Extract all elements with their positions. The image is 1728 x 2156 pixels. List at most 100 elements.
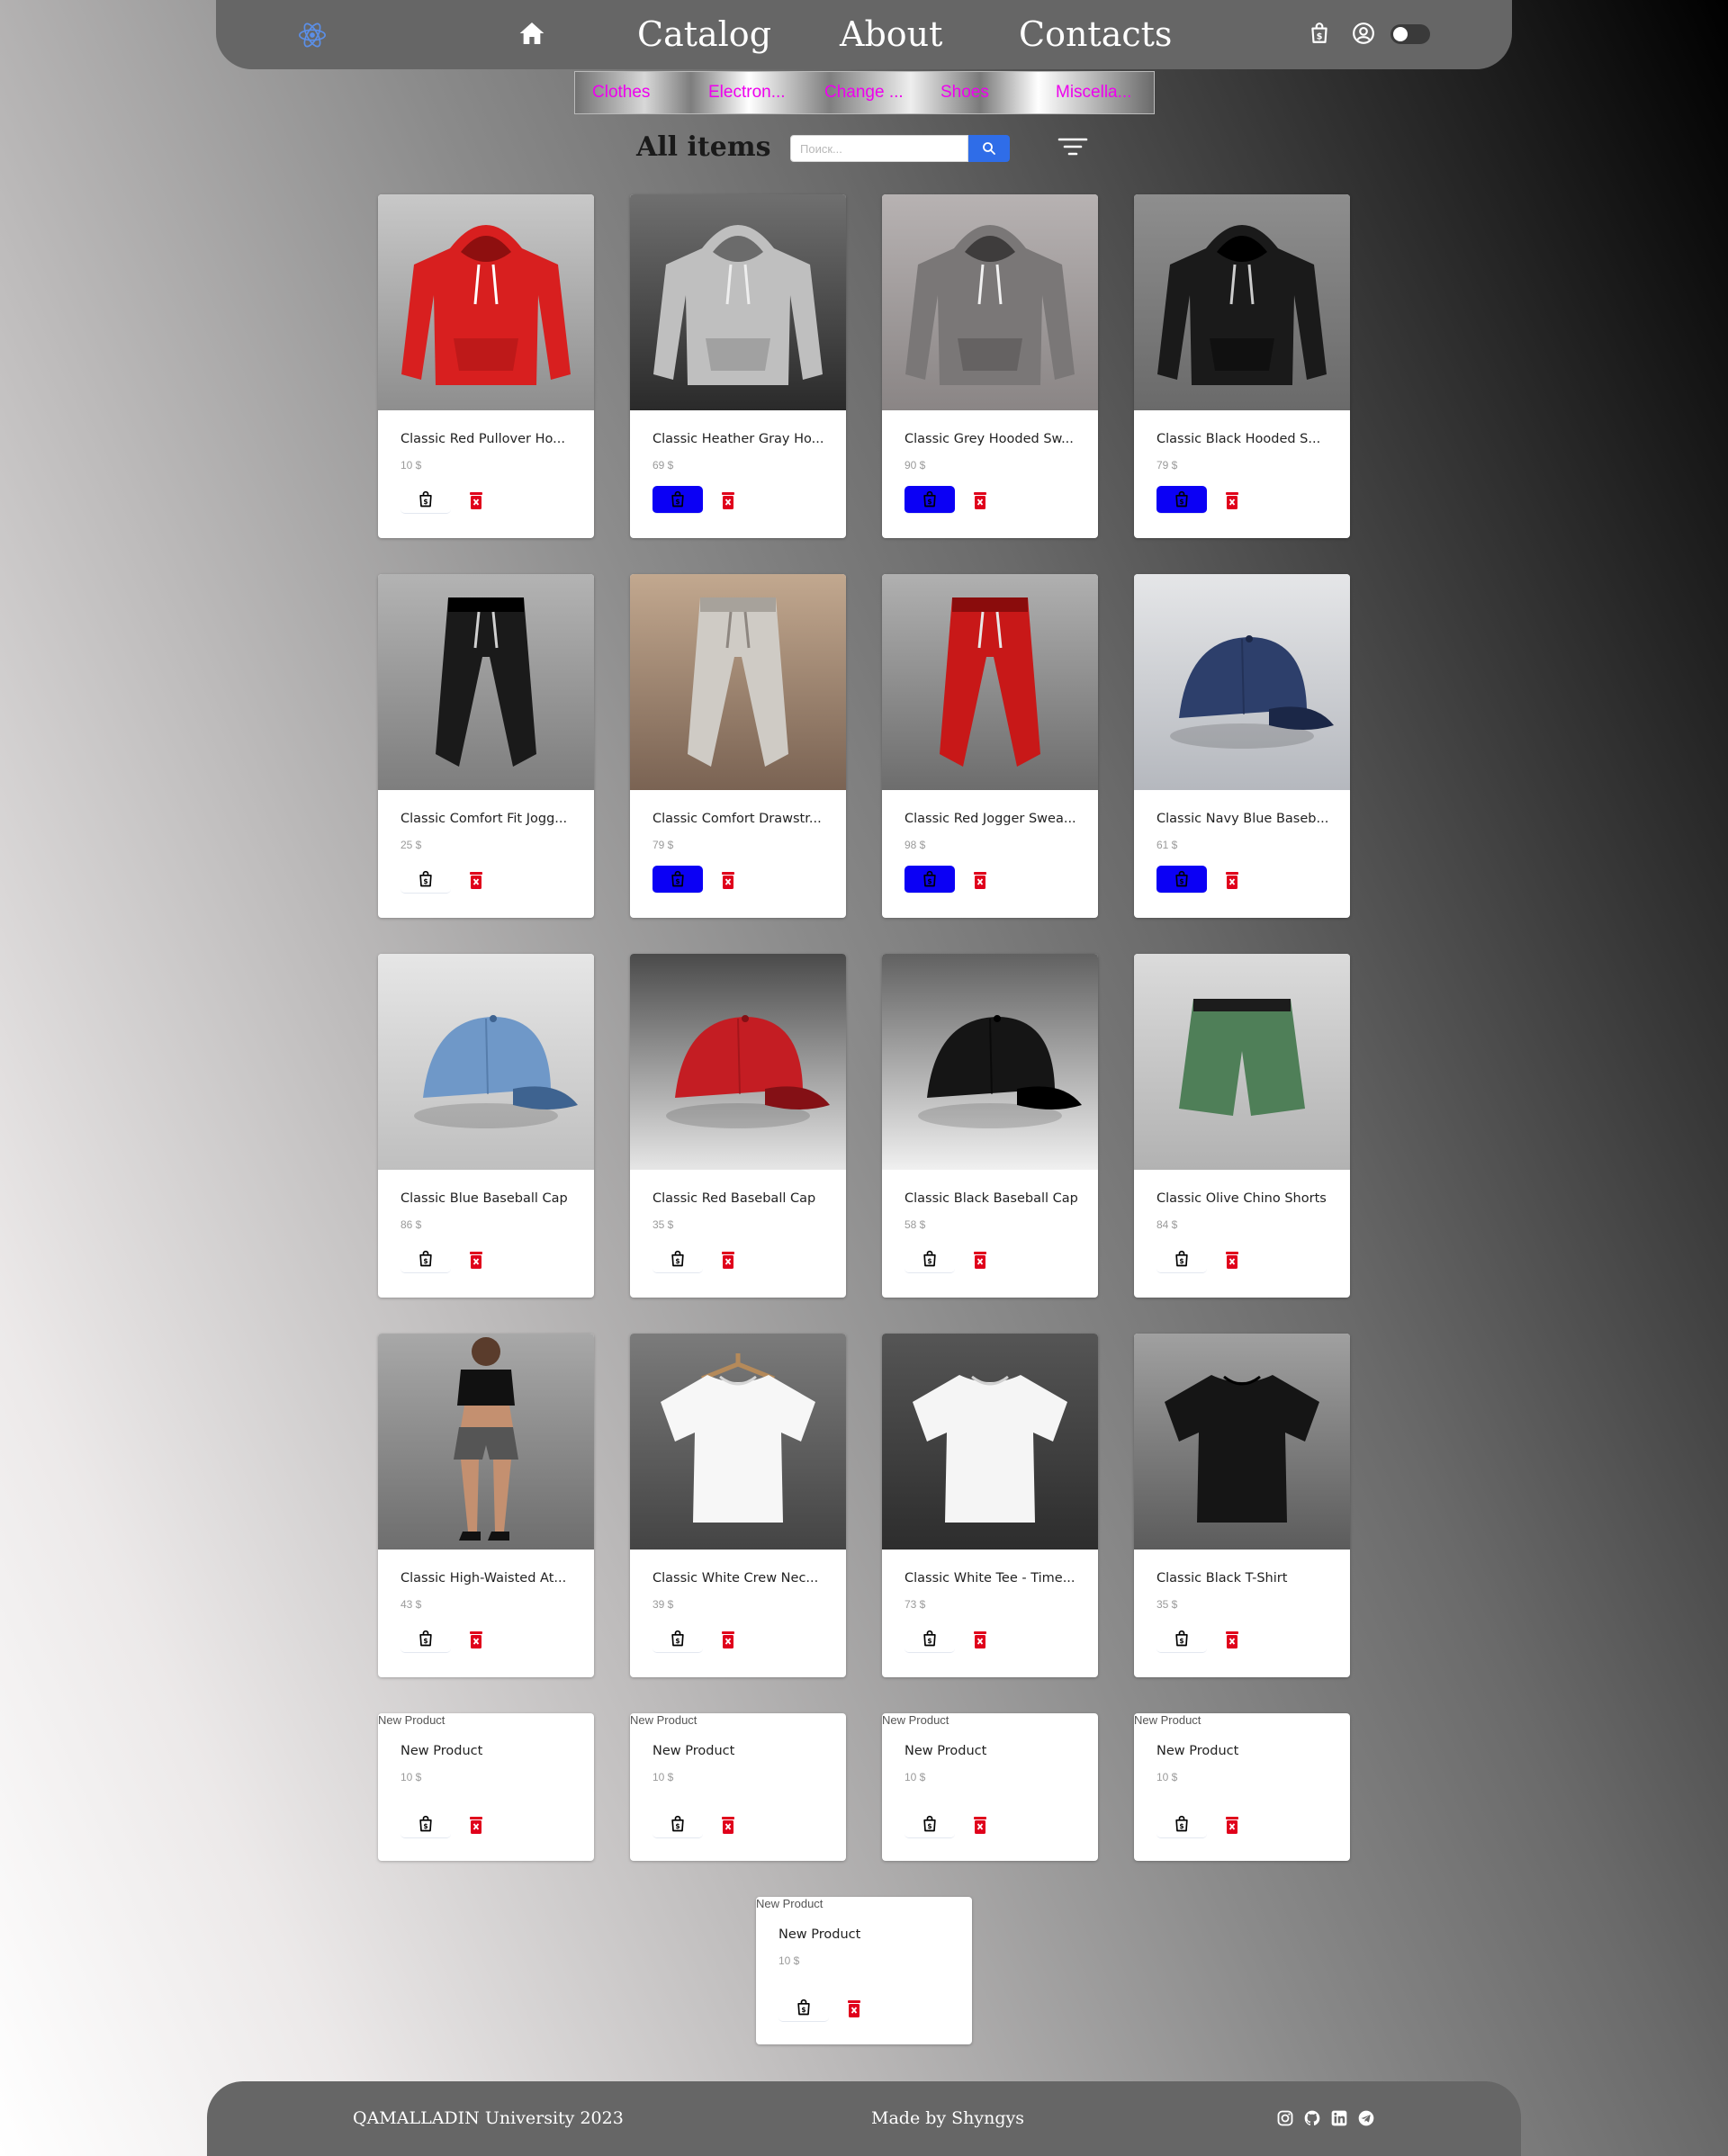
delete-trash-icon[interactable]: [467, 870, 485, 890]
delete-trash-icon[interactable]: [845, 1999, 863, 2018]
delete-trash-icon[interactable]: [1223, 490, 1241, 510]
product-title[interactable]: Classic Navy Blue Baseb...: [1156, 812, 1328, 826]
product-image[interactable]: [378, 954, 594, 1170]
telegram-icon[interactable]: [1357, 2109, 1375, 2127]
product-title[interactable]: Classic Red Pullover Ho...: [400, 432, 565, 446]
delete-trash-icon[interactable]: [1223, 1630, 1241, 1649]
add-to-cart-button[interactable]: $: [652, 1625, 703, 1653]
add-to-cart-button[interactable]: $: [652, 1810, 703, 1838]
add-to-cart-button[interactable]: $: [904, 1245, 955, 1273]
delete-trash-icon[interactable]: [719, 490, 737, 510]
product-card[interactable]: Classic Black Hooded S... 79 $ $: [1134, 194, 1350, 538]
product-image[interactable]: [882, 574, 1098, 790]
product-title[interactable]: Classic Black T-Shirt: [1156, 1571, 1287, 1586]
product-title[interactable]: New Product: [652, 1744, 734, 1758]
product-card[interactable]: New Product New Product 10 $ $: [630, 1713, 846, 1861]
product-card[interactable]: New Product New Product 10 $ $: [882, 1713, 1098, 1861]
delete-trash-icon[interactable]: [467, 1630, 485, 1649]
product-image[interactable]: [630, 194, 846, 410]
product-title[interactable]: New Product: [400, 1744, 482, 1758]
delete-trash-icon[interactable]: [1223, 1815, 1241, 1835]
product-title[interactable]: New Product: [778, 1927, 860, 1942]
product-title[interactable]: Classic Comfort Fit Jogg...: [400, 812, 567, 826]
add-to-cart-button[interactable]: $: [652, 1245, 703, 1273]
add-to-cart-button[interactable]: $: [400, 1810, 451, 1838]
delete-trash-icon[interactable]: [971, 870, 989, 890]
product-image[interactable]: [630, 574, 846, 790]
product-title[interactable]: Classic Grey Hooded Sw...: [904, 432, 1074, 446]
delete-trash-icon[interactable]: [971, 490, 989, 510]
product-image[interactable]: [882, 1334, 1098, 1550]
add-to-cart-button[interactable]: $: [652, 486, 703, 514]
product-image[interactable]: [1134, 954, 1350, 1170]
product-image[interactable]: [882, 954, 1098, 1170]
product-image[interactable]: [1134, 194, 1350, 410]
product-title[interactable]: Classic High-Waisted At...: [400, 1571, 566, 1586]
product-title[interactable]: Classic Comfort Drawstr...: [652, 812, 822, 826]
product-image[interactable]: [630, 1334, 846, 1550]
product-card[interactable]: Classic Comfort Fit Jogg... 25 $ $: [378, 574, 594, 918]
product-card[interactable]: Classic Red Jogger Swea... 98 $ $: [882, 574, 1098, 918]
delete-trash-icon[interactable]: [719, 1250, 737, 1270]
add-to-cart-button[interactable]: $: [1156, 1625, 1207, 1653]
product-image[interactable]: [378, 1334, 594, 1550]
add-to-cart-button[interactable]: $: [904, 1625, 955, 1653]
product-card[interactable]: New Product New Product 10 $ $: [378, 1713, 594, 1861]
delete-trash-icon[interactable]: [467, 1250, 485, 1270]
product-title[interactable]: Classic Blue Baseball Cap: [400, 1191, 568, 1206]
product-image[interactable]: [1134, 574, 1350, 790]
product-title[interactable]: Classic Red Baseball Cap: [652, 1191, 815, 1206]
product-card[interactable]: Classic White Crew Nec... 39 $ $: [630, 1334, 846, 1677]
delete-trash-icon[interactable]: [1223, 870, 1241, 890]
add-to-cart-button[interactable]: $: [400, 866, 451, 894]
product-card[interactable]: Classic Black Baseball Cap 58 $ $: [882, 954, 1098, 1298]
product-title[interactable]: New Product: [1156, 1744, 1238, 1758]
add-to-cart-button[interactable]: $: [1156, 486, 1207, 514]
add-to-cart-button[interactable]: $: [400, 1245, 451, 1273]
product-title[interactable]: Classic White Crew Nec...: [652, 1571, 818, 1586]
add-to-cart-button[interactable]: $: [652, 866, 703, 894]
delete-trash-icon[interactable]: [719, 1630, 737, 1649]
product-image[interactable]: [378, 194, 594, 410]
product-title[interactable]: Classic Olive Chino Shorts: [1156, 1191, 1327, 1206]
product-card[interactable]: Classic Black T-Shirt 35 $ $: [1134, 1334, 1350, 1677]
add-to-cart-button[interactable]: $: [778, 1994, 829, 2022]
product-title[interactable]: Classic Black Baseball Cap: [904, 1191, 1078, 1206]
product-card[interactable]: New Product New Product 10 $ $: [1134, 1713, 1350, 1861]
add-to-cart-button[interactable]: $: [1156, 1245, 1207, 1273]
product-card[interactable]: Classic Olive Chino Shorts 84 $ $: [1134, 954, 1350, 1298]
delete-trash-icon[interactable]: [971, 1815, 989, 1835]
product-title[interactable]: Classic Red Jogger Swea...: [904, 812, 1076, 826]
add-to-cart-button[interactable]: $: [400, 486, 451, 514]
delete-trash-icon[interactable]: [719, 1815, 737, 1835]
product-card[interactable]: Classic White Tee - Time... 73 $ $: [882, 1334, 1098, 1677]
linkedin-icon[interactable]: [1330, 2109, 1348, 2127]
product-card[interactable]: Classic Blue Baseball Cap 86 $ $: [378, 954, 594, 1298]
product-card[interactable]: Classic Red Pullover Ho... 10 $ $: [378, 194, 594, 538]
product-image[interactable]: [378, 574, 594, 790]
product-title[interactable]: Classic Heather Gray Ho...: [652, 432, 824, 446]
delete-trash-icon[interactable]: [971, 1630, 989, 1649]
delete-trash-icon[interactable]: [971, 1250, 989, 1270]
delete-trash-icon[interactable]: [467, 1815, 485, 1835]
add-to-cart-button[interactable]: $: [904, 486, 955, 514]
add-to-cart-button[interactable]: $: [1156, 1810, 1207, 1838]
product-card[interactable]: Classic Navy Blue Baseb... 61 $ $: [1134, 574, 1350, 918]
product-card[interactable]: Classic High-Waisted At... 43 $ $: [378, 1334, 594, 1677]
product-image[interactable]: [630, 954, 846, 1170]
delete-trash-icon[interactable]: [467, 490, 485, 510]
product-title[interactable]: Classic White Tee - Time...: [904, 1571, 1076, 1586]
product-card[interactable]: Classic Heather Gray Ho... 69 $ $: [630, 194, 846, 538]
product-card[interactable]: Classic Red Baseball Cap 35 $ $: [630, 954, 846, 1298]
github-icon[interactable]: [1303, 2109, 1321, 2127]
add-to-cart-button[interactable]: $: [400, 1625, 451, 1653]
add-to-cart-button[interactable]: $: [1156, 866, 1207, 894]
instagram-icon[interactable]: [1276, 2109, 1294, 2127]
product-card[interactable]: Classic Grey Hooded Sw... 90 $ $: [882, 194, 1098, 538]
product-image[interactable]: [882, 194, 1098, 410]
product-card[interactable]: New Product New Product 10 $ $: [756, 1897, 972, 2044]
product-card[interactable]: Classic Comfort Drawstr... 79 $ $: [630, 574, 846, 918]
product-image[interactable]: [1134, 1334, 1350, 1550]
product-title[interactable]: New Product: [904, 1744, 986, 1758]
delete-trash-icon[interactable]: [1223, 1250, 1241, 1270]
